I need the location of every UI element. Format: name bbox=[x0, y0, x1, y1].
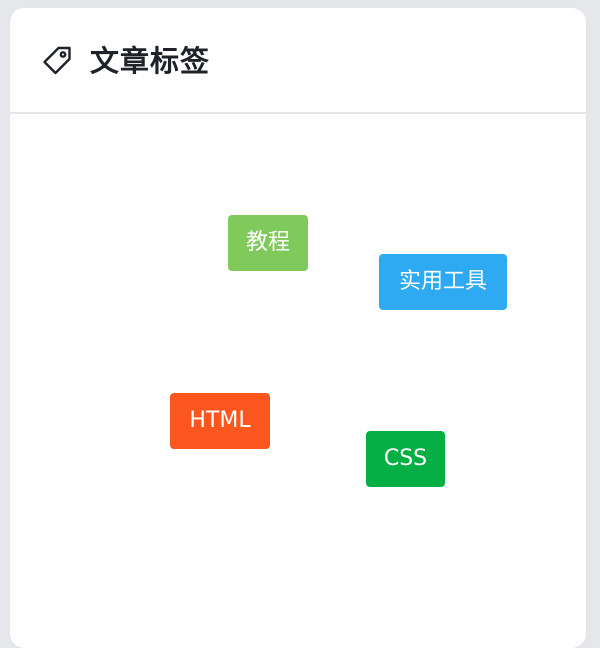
tag-cloud: 教程 实用工具 HTML CSS bbox=[10, 114, 586, 634]
tag-cloud-card: 文章标签 教程 实用工具 HTML CSS bbox=[10, 8, 586, 648]
tag-shiyong-gongju[interactable]: 实用工具 bbox=[379, 254, 507, 310]
tag-icon bbox=[40, 44, 74, 78]
tag-css[interactable]: CSS bbox=[366, 431, 445, 487]
tag-html[interactable]: HTML bbox=[170, 393, 270, 449]
tag-jiaocheng[interactable]: 教程 bbox=[228, 215, 308, 271]
card-title: 文章标签 bbox=[90, 44, 211, 78]
card-header: 文章标签 bbox=[10, 8, 586, 114]
